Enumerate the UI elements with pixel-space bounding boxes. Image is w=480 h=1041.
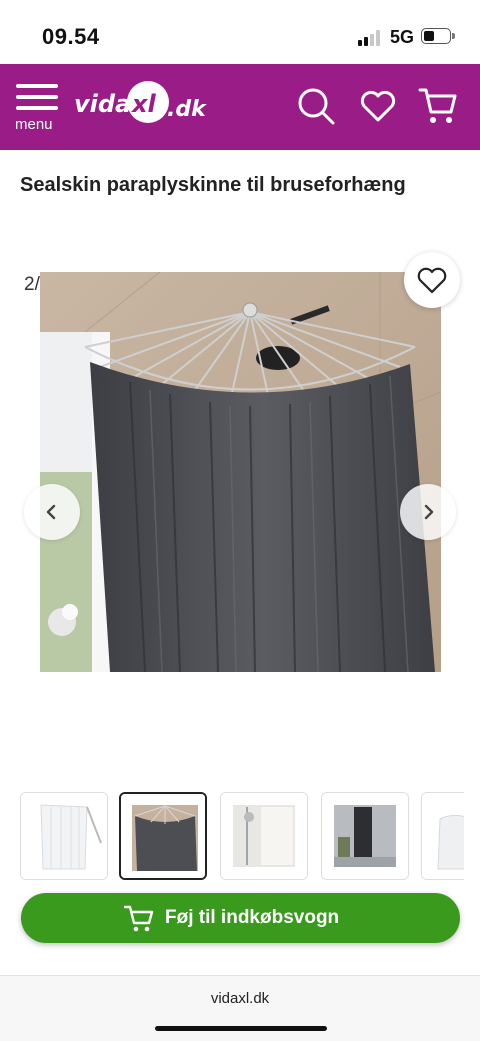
wishlist-button[interactable] xyxy=(404,252,460,308)
chevron-right-icon xyxy=(424,504,434,520)
thumbnail-2[interactable] xyxy=(119,792,207,880)
heart-outline-icon xyxy=(417,267,447,294)
site-header: menu vida xl .dk xyxy=(0,64,480,150)
cart-icon[interactable] xyxy=(418,86,458,126)
add-to-cart-label: Føj til indkøbsvogn xyxy=(165,907,340,928)
signal-strength-icon xyxy=(358,30,384,46)
thumbnail-5[interactable] xyxy=(421,792,464,880)
network-type: 5G xyxy=(390,27,415,47)
status-bar: 09.54 5G xyxy=(0,0,480,64)
thumbnail-3[interactable] xyxy=(220,792,308,880)
url-domain[interactable]: vidaxl.dk xyxy=(0,990,480,1007)
clock-time: 09.54 xyxy=(42,24,100,49)
battery-icon xyxy=(421,28,451,44)
search-icon[interactable] xyxy=(296,86,336,126)
browser-bottom-bar: vidaxl.dk xyxy=(0,975,480,1041)
svg-text:.dk: .dk xyxy=(167,97,207,122)
thumbnail-4[interactable] xyxy=(321,792,409,880)
menu-label: menu xyxy=(15,116,53,133)
vidaxl-logo[interactable]: vida xl .dk xyxy=(74,80,210,126)
svg-text:xl: xl xyxy=(131,90,156,118)
next-image-button[interactable] xyxy=(400,484,456,540)
thumbnail-1[interactable] xyxy=(20,792,108,880)
heart-icon[interactable] xyxy=(358,86,398,126)
product-title: Sealskin paraplyskinne til bruseforhæng xyxy=(20,174,406,196)
menu-button[interactable]: menu xyxy=(14,84,62,136)
svg-text:vida: vida xyxy=(74,90,131,118)
add-to-cart-button[interactable]: Føj til indkøbsvogn xyxy=(21,893,460,943)
home-indicator xyxy=(155,1026,327,1031)
chevron-left-icon xyxy=(46,504,56,520)
product-main-image[interactable] xyxy=(40,272,441,672)
thumbnail-strip xyxy=(20,792,464,882)
previous-image-button[interactable] xyxy=(24,484,80,540)
cart-icon xyxy=(124,905,154,932)
product-gallery: 2/10 xyxy=(0,252,480,782)
battery-tip xyxy=(452,33,455,39)
